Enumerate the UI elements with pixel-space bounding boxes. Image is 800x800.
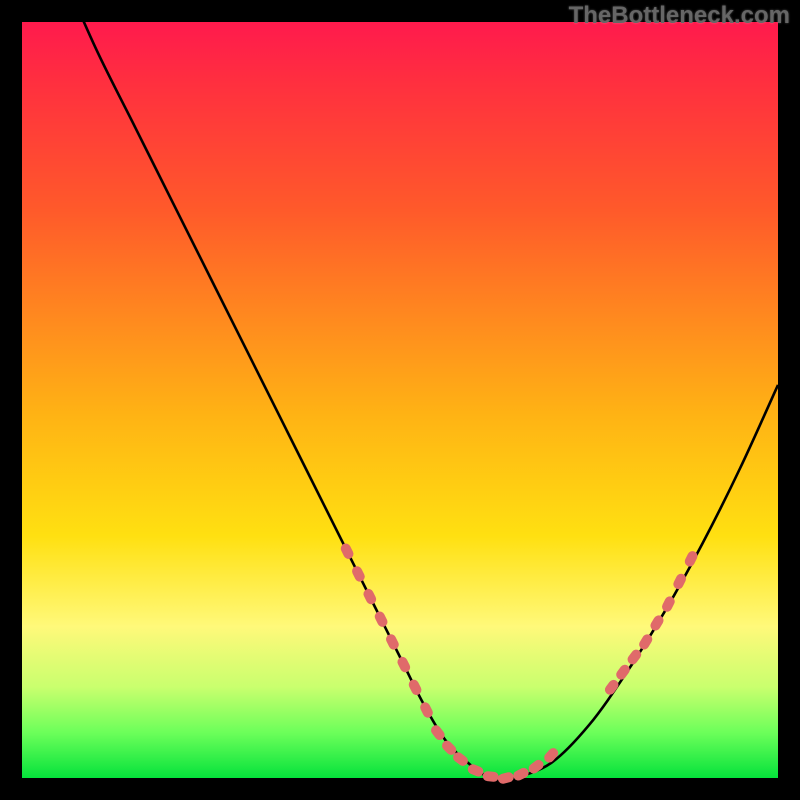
highlight-dot bbox=[603, 678, 621, 697]
watermark-text: TheBottleneck.com bbox=[569, 2, 790, 30]
chart-svg bbox=[22, 22, 778, 778]
highlight-dot bbox=[373, 610, 389, 629]
highlight-dot bbox=[339, 542, 355, 561]
highlight-dot bbox=[512, 766, 531, 782]
highlight-dot bbox=[396, 655, 412, 674]
highlight-dot bbox=[350, 565, 366, 584]
highlight-dot bbox=[384, 633, 400, 652]
highlight-dot bbox=[407, 678, 423, 697]
highlight-dot bbox=[614, 663, 632, 682]
highlight-dot bbox=[418, 701, 434, 720]
highlight-dots bbox=[339, 542, 699, 785]
outer-frame: TheBottleneck.com bbox=[0, 0, 800, 800]
highlight-dot bbox=[542, 746, 560, 765]
bottleneck-curve-path bbox=[67, 0, 778, 780]
highlight-dot bbox=[497, 771, 515, 785]
highlight-dot bbox=[362, 587, 378, 606]
highlight-dot bbox=[482, 771, 499, 783]
curve-layer bbox=[67, 0, 778, 780]
